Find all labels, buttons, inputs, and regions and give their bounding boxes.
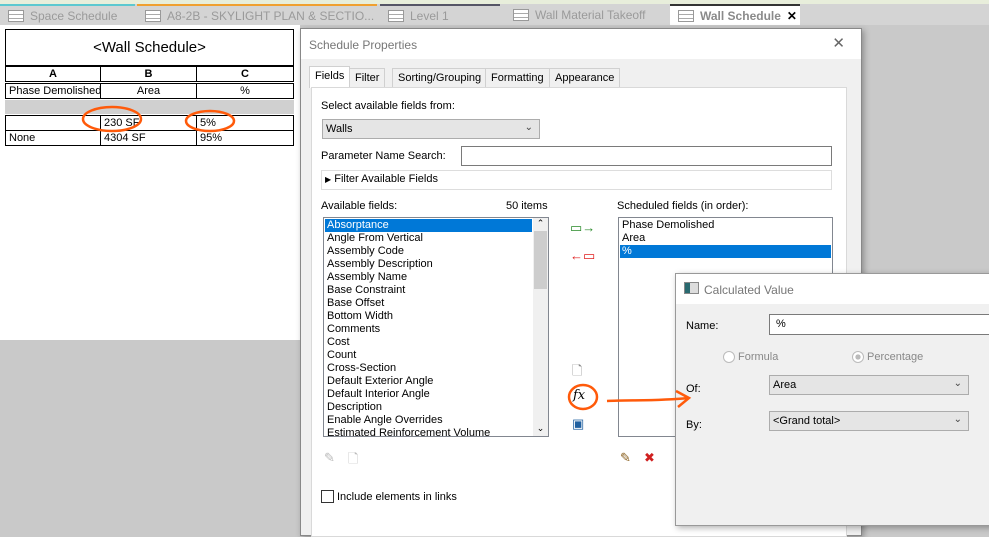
annotation-circle-percent xyxy=(184,109,236,133)
annotation-circle-fx xyxy=(567,383,599,411)
annotation-circle-area xyxy=(81,105,143,133)
annotation-arrow xyxy=(606,389,692,408)
annotation-overlay xyxy=(81,105,692,411)
